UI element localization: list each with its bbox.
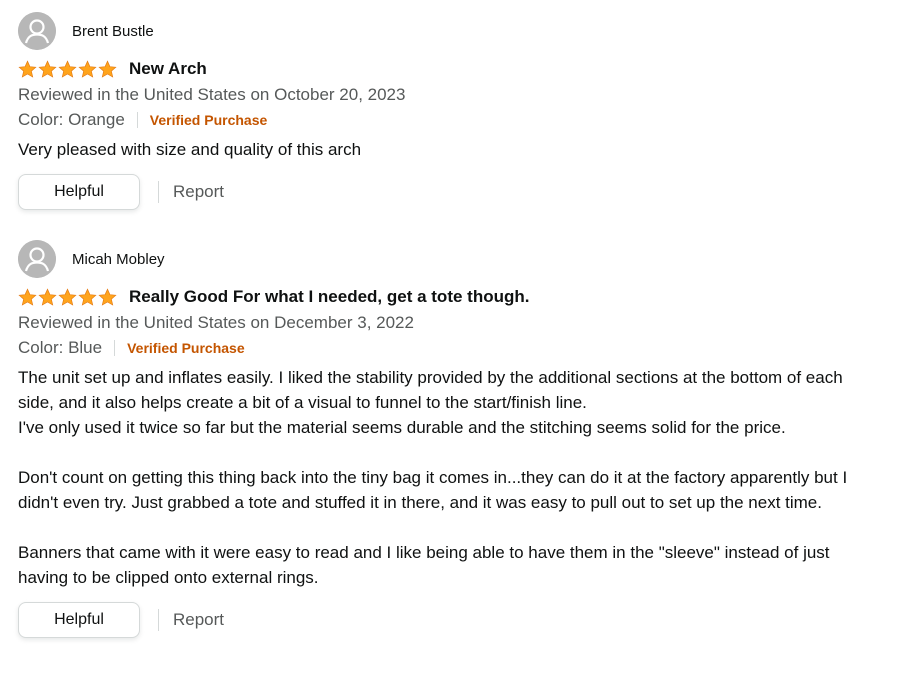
star-icon: [58, 287, 77, 306]
review-paragraph: Very pleased with size and quality of th…: [18, 140, 362, 159]
product-color[interactable]: Color: Orange: [18, 107, 125, 133]
helpful-button[interactable]: Helpful: [18, 602, 140, 638]
review-body: Very pleased with size and quality of th…: [18, 137, 878, 162]
review-date: Reviewed in the United States on Decembe…: [18, 313, 414, 332]
star-icon: [38, 59, 57, 78]
divider: [114, 340, 116, 356]
review-title[interactable]: Really Good For what I needed, get a tot…: [129, 287, 529, 307]
divider: [158, 181, 159, 203]
star-icon: [78, 59, 97, 78]
star-icon: [58, 59, 77, 78]
report-link[interactable]: Report: [173, 182, 224, 202]
reviewer-profile[interactable]: Brent Bustle: [18, 12, 878, 50]
product-color[interactable]: Color: Blue: [18, 335, 102, 361]
reviewer-profile[interactable]: Micah Mobley: [18, 240, 878, 278]
review-paragraph: Don't count on getting this thing back i…: [18, 468, 848, 512]
avatar-icon: [18, 240, 56, 278]
review-date: Reviewed in the United States on October…: [18, 85, 406, 104]
star-icon: [78, 287, 97, 306]
star-icon: [98, 59, 117, 78]
star-rating[interactable]: [18, 287, 117, 307]
divider: [158, 609, 159, 631]
verified-purchase-badge: Verified Purchase: [127, 340, 245, 356]
report-link[interactable]: Report: [173, 610, 224, 630]
review-paragraph: I've only used it twice so far but the m…: [18, 418, 786, 437]
divider: [136, 112, 138, 128]
reviewer-name[interactable]: Micah Mobley: [72, 251, 165, 268]
star-icon: [18, 287, 37, 306]
star-icon: [38, 287, 57, 306]
star-rating[interactable]: [18, 59, 117, 79]
helpful-button[interactable]: Helpful: [18, 174, 140, 210]
star-icon: [98, 287, 117, 306]
review-paragraph: The unit set up and inflates easily. I l…: [18, 368, 843, 412]
review-paragraph: Banners that came with it were easy to r…: [18, 543, 830, 587]
star-icon: [18, 59, 37, 78]
avatar-icon: [18, 12, 56, 50]
review-body: The unit set up and inflates easily. I l…: [18, 365, 878, 590]
review-card: Micah Mobley Really Good For what I need…: [18, 240, 878, 638]
review-card: Brent Bustle New Arch Reviewed in the Un…: [18, 12, 878, 210]
reviewer-name[interactable]: Brent Bustle: [72, 23, 154, 40]
verified-purchase-badge: Verified Purchase: [149, 112, 268, 128]
review-title[interactable]: New Arch: [129, 59, 207, 79]
